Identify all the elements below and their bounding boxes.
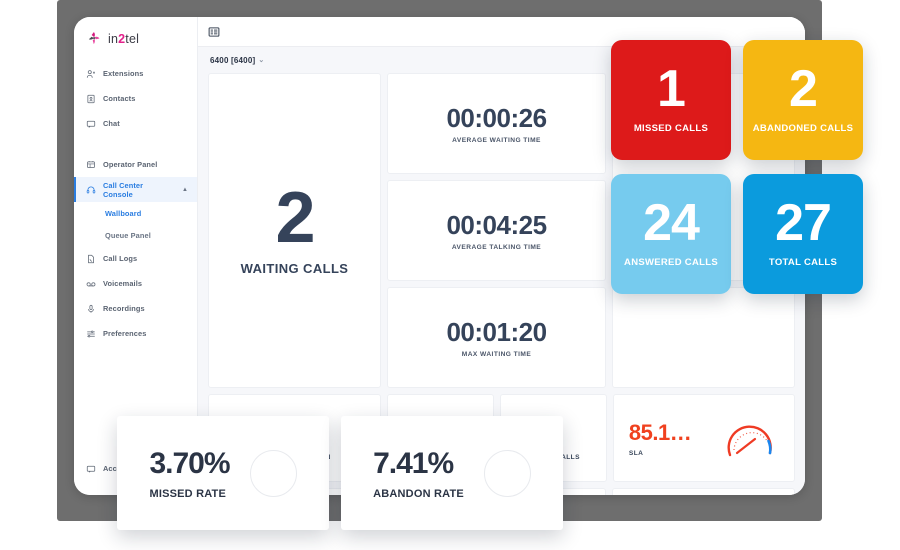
kpi-value: 24: [643, 193, 700, 252]
kpi-overlay-placeholder-bottom: [612, 287, 795, 388]
kpi-card-total-calls[interactable]: 27 TOTAL CALLS: [743, 174, 863, 294]
chevron-down-icon: ⌄: [258, 57, 265, 64]
missed-rate-text-group: 3.70% MISSED RATE: [149, 446, 230, 500]
sidebar-item-label: Recordings: [103, 304, 145, 313]
sidebar-item-label: Call Logs: [103, 254, 138, 263]
sla-text-group: 85.1… SLA: [628, 419, 692, 457]
missed-rate-donut-chart: [249, 449, 297, 497]
sidebar-subitem-wallboard[interactable]: Wallboard: [74, 202, 197, 224]
sidebar-toggle-icon[interactable]: [208, 26, 220, 38]
kpi-card-abandoned-calls[interactable]: 2 ABANDONED CALLS: [743, 40, 863, 160]
sla-card: 85.1… SLA: [613, 394, 795, 482]
abandon-rate-text-group: 7.41% ABANDON RATE: [373, 447, 464, 500]
abandon-rate-donut-chart: [483, 449, 531, 497]
kpi-label: ANSWERED CALLS: [624, 257, 718, 269]
brand-name-prefix: in: [108, 31, 119, 46]
sidebar-item-contacts[interactable]: Contacts: [74, 86, 197, 111]
gauge-icon: [727, 425, 772, 457]
chat-bubble-icon: [86, 465, 96, 473]
abandon-rate-value: 7.41%: [373, 446, 454, 480]
max-waiting-time-label: MAX WAITING TIME: [461, 351, 532, 358]
abandon-rate-label: ABANDON RATE: [373, 487, 464, 500]
kpi-label: ABANDONED CALLS: [752, 123, 854, 135]
in2tel-pinwheel-icon: [88, 32, 100, 45]
waiting-calls-label: WAITING CALLS: [240, 260, 349, 276]
chat-icon: [86, 120, 96, 128]
average-waiting-time-value: 00:00:26: [446, 103, 547, 133]
kpi-card-answered-calls[interactable]: 24 ANSWERED CALLS: [611, 174, 731, 294]
brand-logo[interactable]: in2tel: [74, 17, 197, 47]
sliders-icon: [87, 330, 95, 337]
sidebar-item-preferences[interactable]: Preferences: [74, 321, 197, 346]
missed-rate-label: MISSED RATE: [149, 487, 227, 500]
grid-panel-icon: [87, 160, 95, 168]
sidebar-item-operator-panel[interactable]: Operator Panel: [74, 152, 197, 177]
sidebar-item-call-logs[interactable]: Call Logs: [74, 246, 197, 271]
screenshot-root: in2tel Extensions Contacts Chat Operator…: [0, 0, 900, 550]
sidebar-subitem-queue-panel[interactable]: Queue Panel: [74, 224, 197, 246]
kpi-label: TOTAL CALLS: [768, 257, 838, 269]
sidebar-subitem-label: Wallboard: [105, 208, 142, 218]
kpi-value: 2: [789, 59, 818, 118]
sidebar-item-label: Chat: [103, 119, 120, 128]
average-waiting-time-label: AVERAGE WAITING TIME: [452, 137, 541, 144]
user-icon: [86, 69, 95, 78]
rate-card-abandon-rate[interactable]: 7.41% ABANDON RATE: [341, 416, 563, 530]
sidebar-item-recordings[interactable]: Recordings: [74, 296, 197, 321]
chevron-up-icon: ▲: [181, 186, 188, 193]
average-talking-time-value: 00:04:25: [446, 210, 547, 240]
sidebar-item-voicemails[interactable]: Voicemails: [74, 271, 197, 296]
average-talking-time-card: 00:04:25 AVERAGE TALKING TIME: [387, 180, 606, 281]
kpi-card-missed-calls[interactable]: 1 MISSED CALLS: [611, 40, 731, 160]
sidebar-item-label: Preferences: [103, 329, 147, 338]
kpi-value: 1: [657, 59, 686, 118]
voicemail-icon: [86, 281, 96, 286]
sidebar-item-label: Call Center Console: [103, 180, 144, 199]
brand-name-suffix: tel: [125, 31, 140, 46]
clock-card: 13:14 05/13/2021 Thu.: [612, 488, 795, 495]
contact-book-icon: [87, 94, 95, 103]
rate-card-missed-rate[interactable]: 3.70% MISSED RATE: [117, 416, 329, 530]
sidebar-nav: Extensions Contacts Chat Operator Panel …: [74, 61, 197, 346]
sidebar-subitem-label: Queue Panel: [105, 230, 151, 240]
max-waiting-time-value: 00:01:20: [446, 317, 547, 347]
sidebar-item-label: Operator Panel: [103, 160, 158, 169]
queue-selector[interactable]: 6400 [6400] ⌄: [210, 56, 264, 65]
sla-label: SLA: [628, 449, 644, 457]
waiting-calls-card: 2 WAITING CALLS: [208, 73, 381, 388]
sidebar-item-call-center-console[interactable]: Call Center Console ▲: [74, 177, 197, 202]
queue-selector-value: 6400 [6400]: [210, 55, 256, 65]
max-waiting-time-card: 00:01:20 MAX WAITING TIME: [387, 287, 606, 388]
missed-rate-value: 3.70%: [149, 446, 230, 480]
waiting-calls-value: 2: [275, 178, 315, 259]
sidebar-item-chat[interactable]: Chat: [74, 111, 197, 136]
sla-value: 85.1…: [628, 419, 692, 445]
sidebar-item-label: Voicemails: [103, 279, 143, 288]
average-waiting-time-card: 00:00:26 AVERAGE WAITING TIME: [387, 73, 606, 174]
call-log-icon: [88, 254, 94, 263]
sidebar-item-extensions[interactable]: Extensions: [74, 61, 197, 86]
headset-icon: [86, 186, 96, 193]
sidebar-item-label: Contacts: [103, 94, 136, 103]
sidebar-item-label: Extensions: [103, 69, 144, 78]
kpi-label: MISSED CALLS: [633, 123, 709, 135]
average-talking-time-label: AVERAGE TALKING TIME: [451, 244, 542, 251]
brand-name: in2tel: [108, 32, 139, 46]
microphone-icon: [88, 304, 94, 313]
kpi-value: 27: [775, 193, 832, 252]
